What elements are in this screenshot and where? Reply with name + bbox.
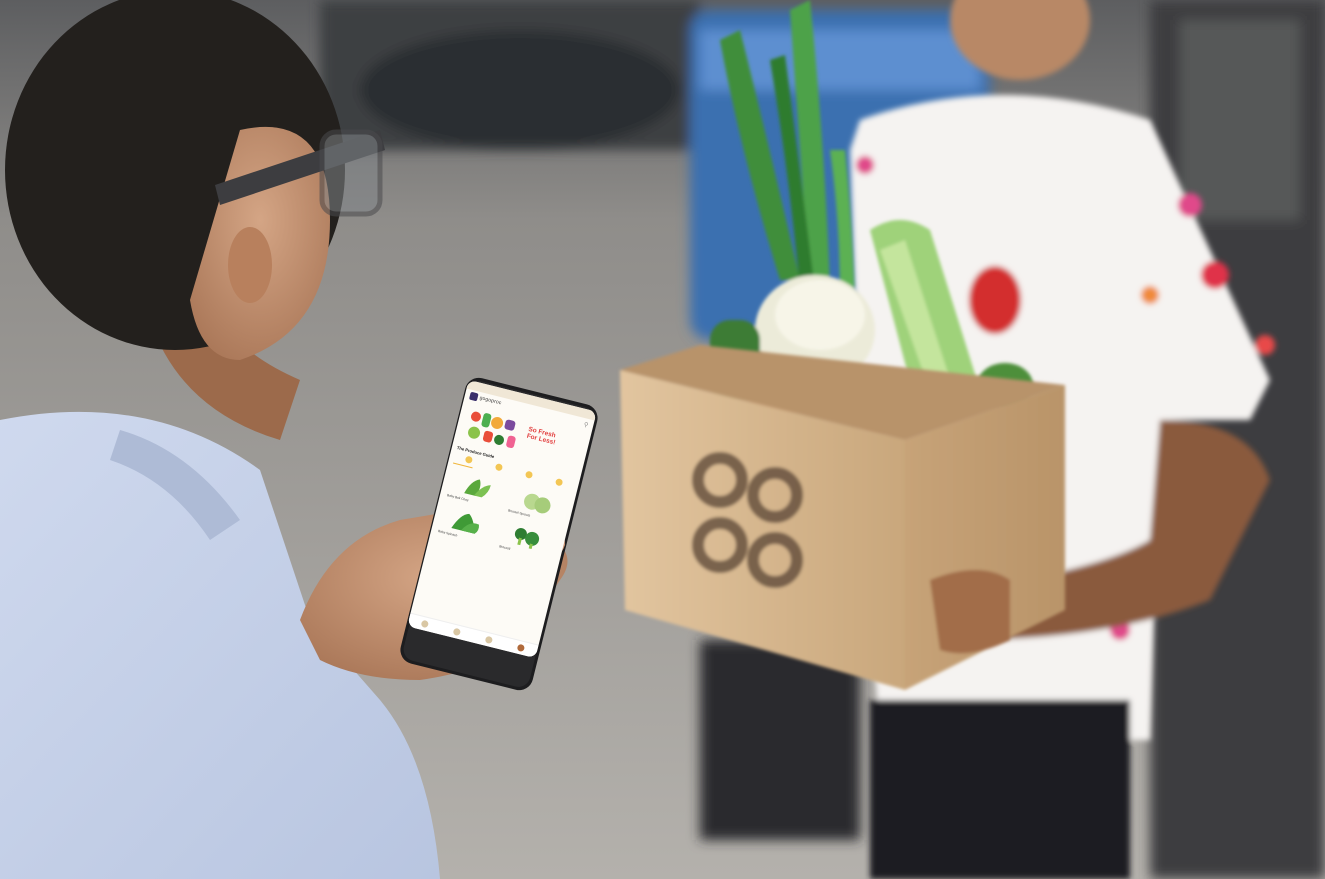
category-icon xyxy=(524,470,534,479)
offers-icon[interactable] xyxy=(484,635,494,645)
category-icon xyxy=(555,478,564,487)
broccoli-icon xyxy=(514,528,540,550)
brand-logo-icon xyxy=(468,391,479,402)
banner-tagline: So Fresh For Less! xyxy=(526,426,558,447)
category-icon xyxy=(464,455,473,464)
profile-avatar-icon[interactable] xyxy=(516,643,526,653)
scene-illustration xyxy=(0,0,1325,879)
home-icon[interactable] xyxy=(420,619,430,629)
product-name: Broccoli xyxy=(498,544,511,551)
brand-name: gogoproc xyxy=(478,395,503,407)
photo-scene: gogoproc ⚲ So Fresh For Less! The Produc… xyxy=(0,0,1325,879)
search-icon[interactable]: ⚲ xyxy=(583,421,589,429)
basket-icon[interactable] xyxy=(452,627,462,637)
category-icon xyxy=(494,462,504,472)
